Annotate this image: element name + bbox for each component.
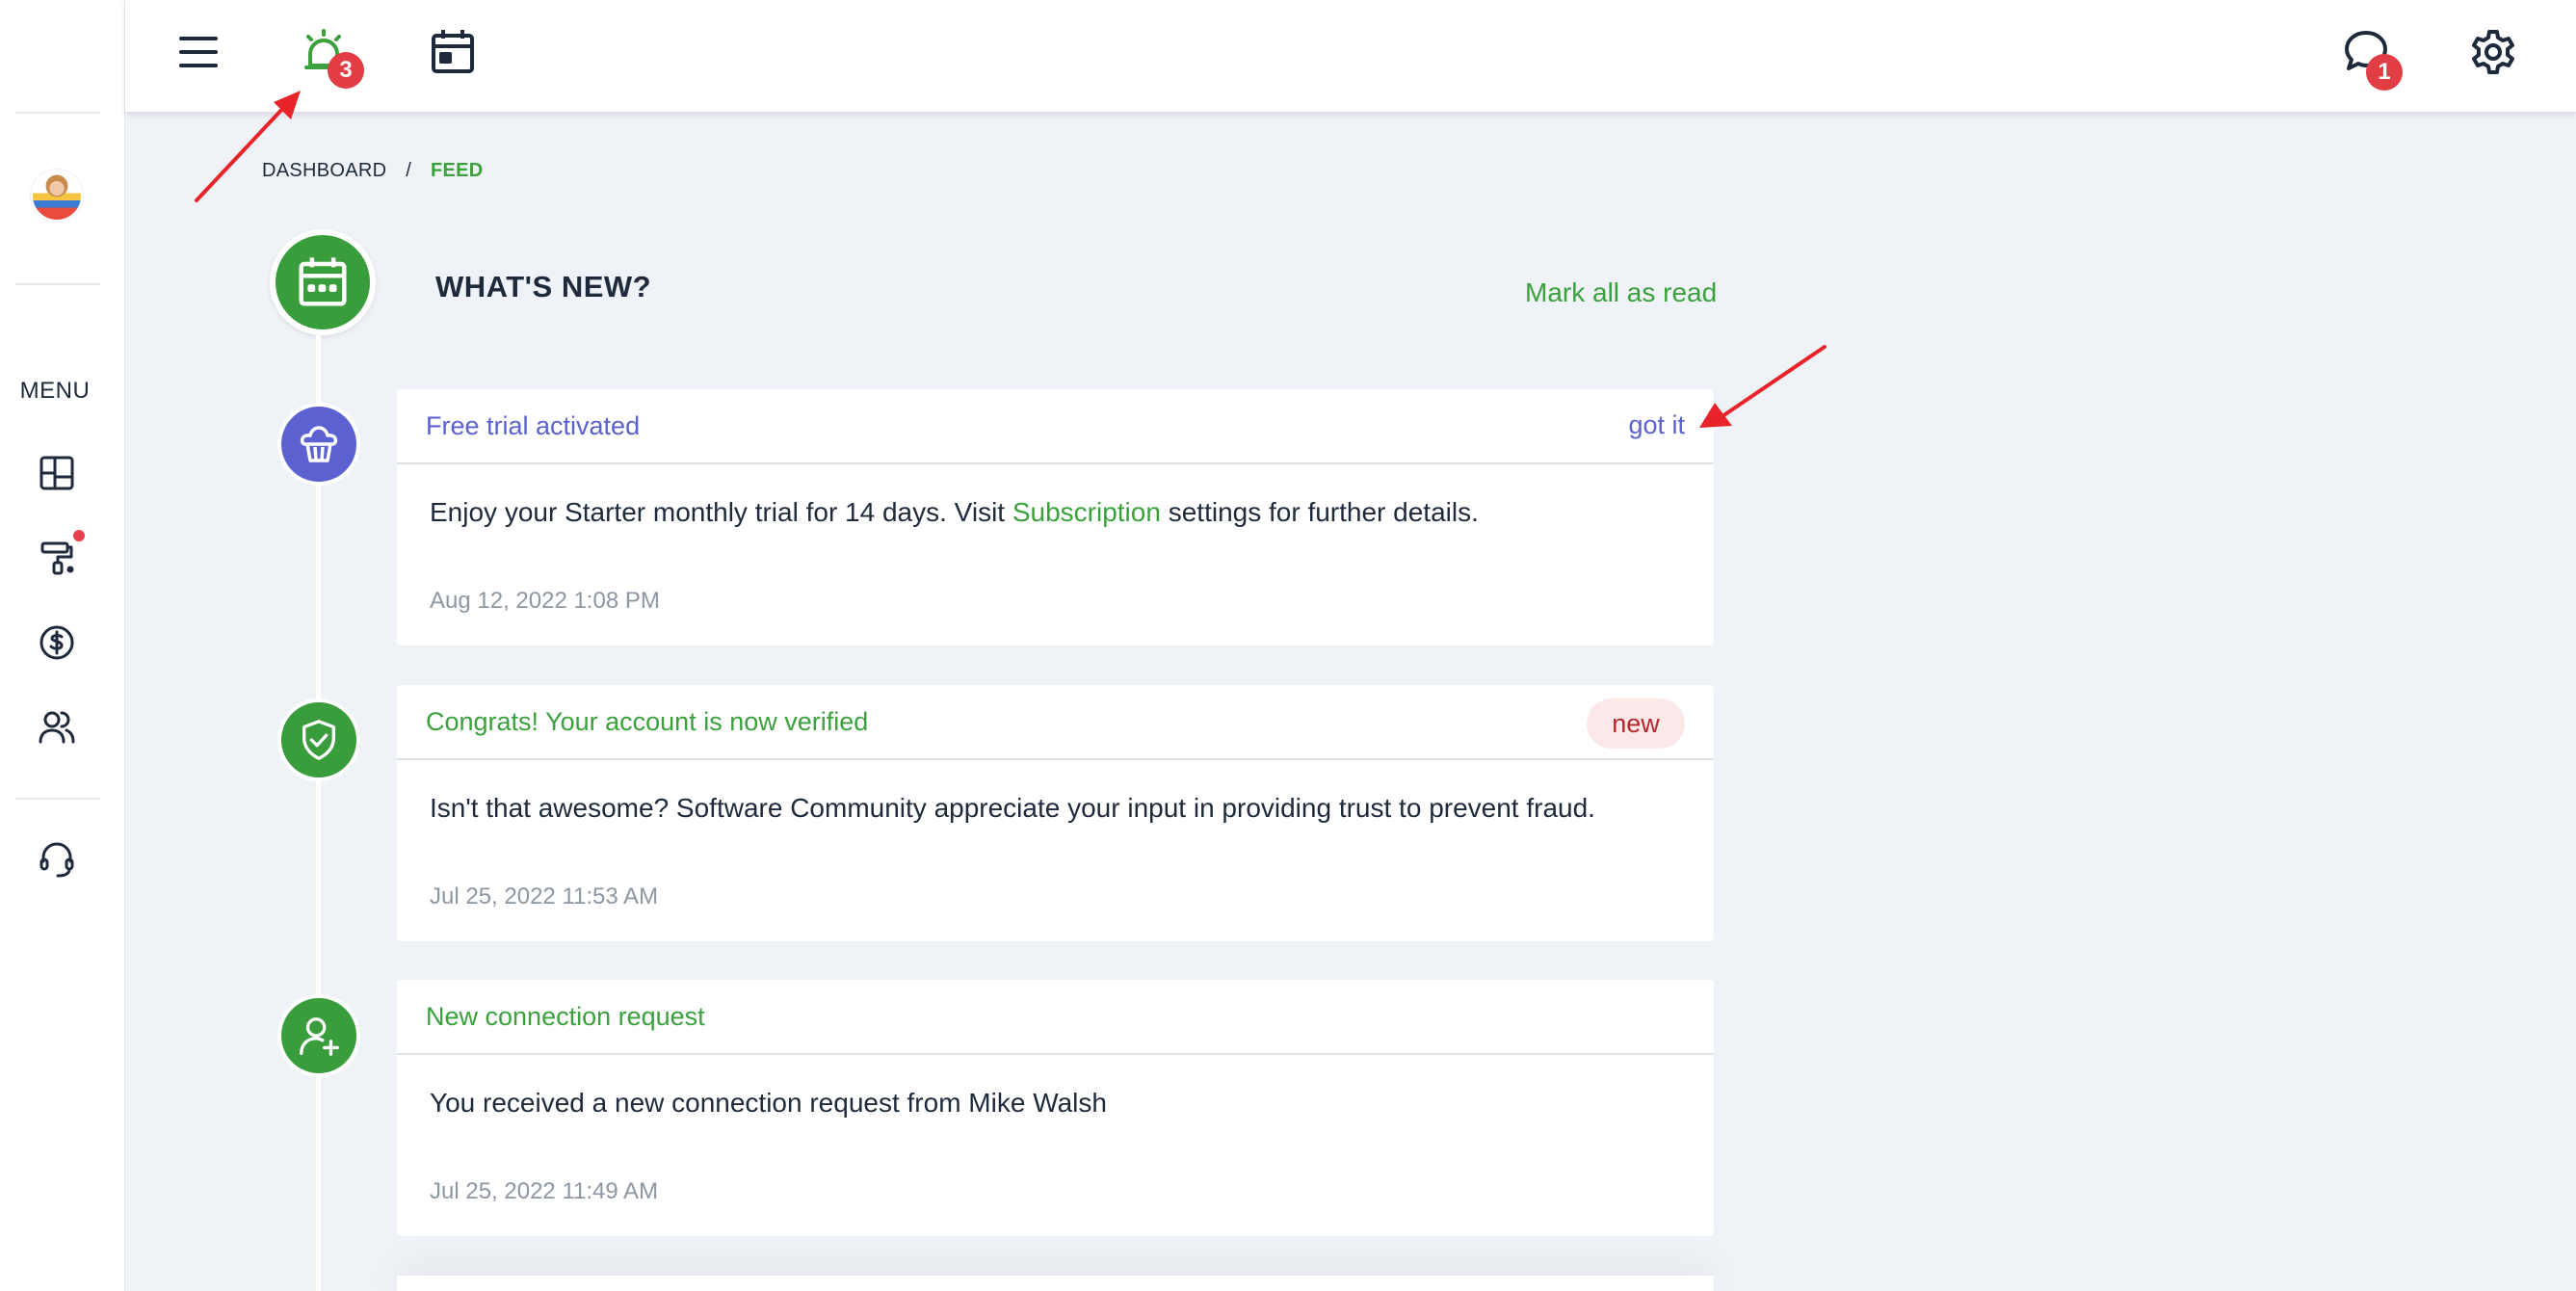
card-date: Jul 25, 2022 11:49 AM xyxy=(430,1178,659,1204)
breadcrumb-dashboard[interactable]: DASHBOARD xyxy=(262,160,386,181)
dashboard-icon[interactable] xyxy=(37,453,77,493)
card-header: Congrats! Your account is now verified n… xyxy=(397,685,1714,760)
card-header: New connection request xyxy=(397,980,1714,1055)
card-title: Congrats! Your account is now verified xyxy=(426,706,869,736)
card-body: Isn't that awesome? Software Community a… xyxy=(397,760,1714,939)
gear-icon[interactable] xyxy=(2468,27,2518,77)
annotation-arrow xyxy=(1699,345,1827,428)
shield-check-icon xyxy=(302,720,336,760)
avatar[interactable] xyxy=(31,170,83,222)
header-calendar-badge xyxy=(270,229,376,335)
card-date: Aug 12, 2022 1:08 PM xyxy=(430,588,660,614)
user-plus-icon xyxy=(300,1017,339,1056)
mark-all-read-link[interactable]: Mark all as read xyxy=(1525,277,1717,308)
card-text-part: Enjoy your Starter monthly trial for 14 … xyxy=(430,497,1012,527)
page-title: WHAT'S NEW? xyxy=(435,270,652,303)
topbar: 3 1 xyxy=(125,0,2576,112)
card-body: You received a new connection request fr… xyxy=(397,1055,1714,1234)
new-badge: new xyxy=(1587,698,1685,749)
card-text-part: settings for further details. xyxy=(1160,497,1479,527)
hamburger-menu-icon[interactable] xyxy=(173,27,223,77)
sidebar: MENU xyxy=(0,0,125,1291)
menu-label: MENU xyxy=(19,378,91,404)
card-text: Isn't that awesome? Software Community a… xyxy=(430,793,1595,823)
paint-roller-icon[interactable] xyxy=(37,538,77,578)
feed-card: Free trial activated got it Enjoy your S… xyxy=(397,389,1714,646)
subscription-link[interactable]: Subscription xyxy=(1012,497,1161,527)
feed-card: New connection request You received a ne… xyxy=(397,980,1714,1236)
notification-dot xyxy=(73,530,85,541)
cupcake-icon xyxy=(300,426,338,462)
timeline-marker xyxy=(277,994,360,1077)
breadcrumb-separator: / xyxy=(406,160,412,181)
breadcrumb-feed: FEED xyxy=(430,160,484,181)
calendar-icon[interactable] xyxy=(428,27,478,77)
sidebar-divider xyxy=(15,283,100,285)
breadcrumb: DASHBOARD / FEED xyxy=(262,160,484,182)
dollar-icon[interactable] xyxy=(37,622,77,663)
calendar-icon xyxy=(299,257,347,306)
users-icon[interactable] xyxy=(37,707,77,748)
card-text: Enjoy your Starter monthly trial for 14 … xyxy=(430,497,1479,528)
got-it-button[interactable]: got it xyxy=(1628,410,1685,440)
feed-card-partial xyxy=(397,1276,1714,1291)
card-title: Free trial activated xyxy=(426,410,641,440)
card-text: You received a new connection request fr… xyxy=(430,1088,1107,1118)
sidebar-divider xyxy=(15,112,100,114)
messages-badge: 1 xyxy=(2366,54,2403,91)
timeline-marker xyxy=(277,698,360,781)
card-title: New connection request xyxy=(426,1001,705,1031)
headset-icon[interactable] xyxy=(37,838,77,879)
notifications-badge: 3 xyxy=(328,52,364,89)
feed-card: Congrats! Your account is now verified n… xyxy=(397,685,1714,941)
sidebar-divider xyxy=(15,798,100,800)
card-body: Enjoy your Starter monthly trial for 14 … xyxy=(397,464,1714,644)
timeline-marker xyxy=(277,403,360,486)
card-header: Free trial activated got it xyxy=(397,389,1714,464)
card-date: Jul 25, 2022 11:53 AM xyxy=(430,883,659,909)
